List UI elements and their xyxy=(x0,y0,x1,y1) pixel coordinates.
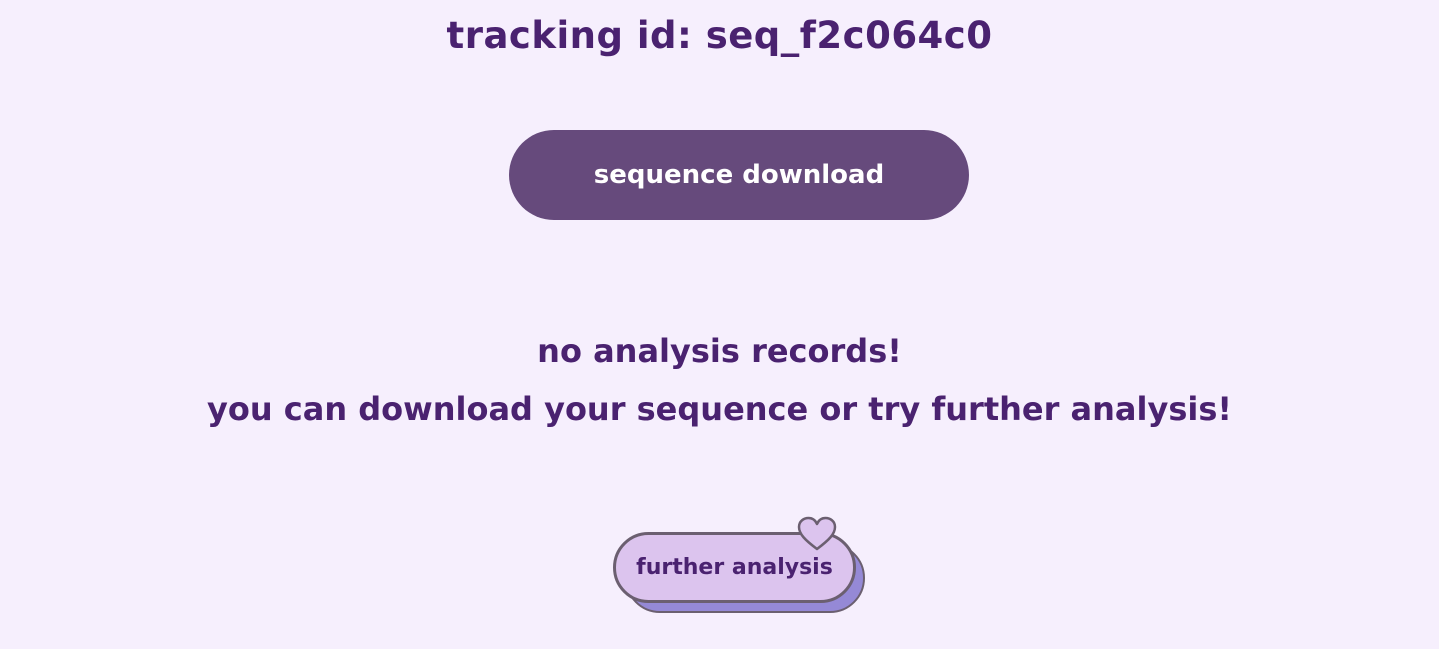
further-analysis-container: further analysis xyxy=(613,516,869,616)
no-records-message: no analysis records! xyxy=(537,332,902,370)
heart-icon xyxy=(797,516,837,551)
tracking-id-label: tracking id: seq_f2c064c0 xyxy=(446,14,993,57)
sequence-download-button[interactable]: sequence download xyxy=(509,130,969,220)
download-hint-message: you can download your sequence or try fu… xyxy=(207,390,1232,428)
